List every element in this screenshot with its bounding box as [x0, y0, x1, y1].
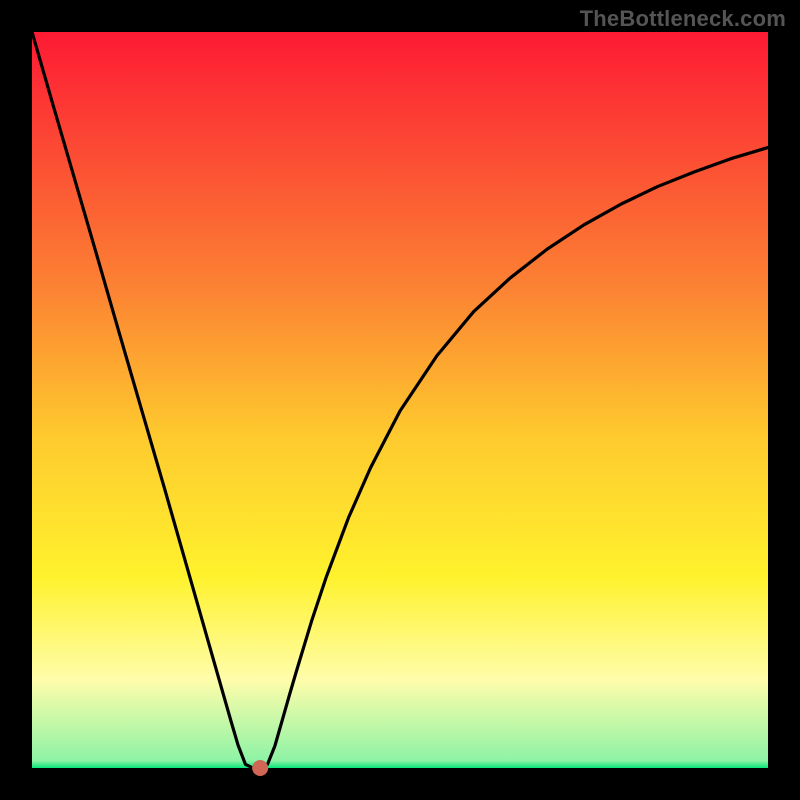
optimum-marker: [252, 760, 268, 776]
plot-background: [32, 32, 768, 768]
watermark-text: TheBottleneck.com: [580, 6, 786, 32]
bottleneck-chart: [0, 0, 800, 800]
chart-frame: TheBottleneck.com: [0, 0, 800, 800]
